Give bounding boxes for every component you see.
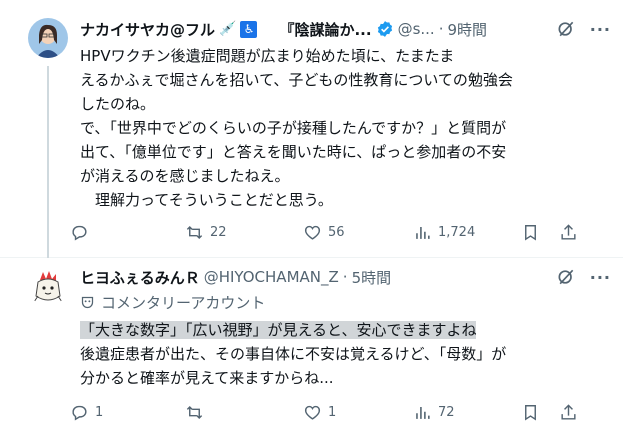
tweet-header: ナカイサヤカ@フル 💉 ♿ 『陰謀論か... @s... · 9時間 ···	[80, 19, 611, 40]
view-count: 72	[438, 404, 455, 420]
tweet-line: したのね。	[80, 95, 156, 113]
avatar[interactable]	[28, 266, 68, 306]
author-name[interactable]: ヒヨふぇるみんＲ	[80, 267, 200, 288]
views-icon	[416, 226, 430, 239]
retweet-icon	[186, 225, 203, 239]
reply-icon	[72, 225, 87, 240]
avatar[interactable]	[28, 18, 68, 58]
tweet-line: 出て、「億単位です」と答えを聞いた時に、ぱっと参加者の不安	[80, 143, 507, 161]
views-icon	[416, 406, 430, 419]
more-options-icon[interactable]: ···	[590, 20, 611, 39]
grok-icon[interactable]	[556, 19, 576, 39]
tweet-line: えるかふぇで堀さんを招いて、子どもの性教育についての勉強会	[80, 71, 513, 89]
display-name-suffix[interactable]: 『陰謀論か...	[279, 19, 371, 40]
like-button[interactable]: 56	[303, 223, 413, 242]
tweet-line: 理解力ってそういうことだと思う。	[80, 191, 333, 209]
timestamp[interactable]: 9時間	[447, 19, 487, 40]
heart-icon	[304, 405, 321, 420]
verified-badge-icon	[377, 21, 392, 37]
retweet-count: 22	[210, 224, 227, 240]
author-name[interactable]: ナカイサヤカ@フル	[80, 19, 215, 40]
tweet-text: HPVワクチン後遺症問題が広まり始めた頃に、たまたま えるかふぇで堀さんを招いて…	[80, 44, 603, 212]
reply-button[interactable]	[70, 223, 185, 242]
author-handle[interactable]: @HIYOCHAMAN_Z	[204, 268, 339, 286]
bookmark-icon	[525, 404, 536, 421]
action-bar: 1 1 72	[70, 398, 609, 426]
tweet-1[interactable]: ナカイサヤカ@フル 💉 ♿ 『陰謀論か... @s... · 9時間 ··· H…	[0, 0, 623, 258]
bookmark-icon	[525, 224, 536, 241]
mask-icon	[81, 296, 94, 309]
share-icon	[561, 223, 576, 240]
more-options-icon[interactable]: ···	[590, 268, 611, 287]
views-button[interactable]: 1,724	[413, 223, 521, 242]
bookmark-button[interactable]	[521, 223, 559, 242]
reply-button[interactable]: 1	[70, 403, 185, 422]
bookmark-button[interactable]	[521, 403, 559, 422]
tweet-line: HPVワクチン後遺症問題が広まり始めた頃に、たまたま	[80, 47, 455, 65]
share-icon	[561, 403, 576, 420]
community-badge[interactable]: コメンタリーアカウント	[80, 292, 265, 313]
like-button[interactable]: 1	[303, 403, 413, 422]
retweet-button[interactable]	[185, 403, 303, 422]
retweet-icon	[186, 405, 203, 419]
view-count: 1,724	[438, 224, 476, 240]
reply-count: 1	[95, 404, 104, 420]
grok-icon[interactable]	[556, 267, 576, 287]
tweet-text: 「大きな数字」「広い視野」が見えると、安心できますよね 後遺症患者が出た、その事…	[80, 318, 603, 390]
retweet-button[interactable]: 22	[185, 223, 303, 242]
tweet-line: が消えるのを感じましたねえ。	[80, 167, 290, 185]
tweet-line: 後遺症患者が出た、その事自体に不安は覚えるけど、「母数」が	[80, 345, 507, 363]
share-button[interactable]	[559, 403, 578, 422]
tweet-line: 分かると確率が見えて来ますからね...	[80, 369, 334, 387]
tweet-2[interactable]: ヒヨふぇるみんＲ @HIYOCHAMAN_Z · 5時間 ··· コメンタリーア…	[0, 258, 623, 443]
syringe-icon: 💉	[219, 21, 237, 37]
share-button[interactable]	[559, 223, 578, 242]
tweet-header: ヒヨふぇるみんＲ @HIYOCHAMAN_Z · 5時間 ···	[80, 267, 611, 288]
highlighted-text: 「大きな数字」「広い視野」が見えると、安心できますよね	[80, 321, 477, 339]
community-label: コメンタリーアカウント	[101, 294, 266, 312]
timestamp[interactable]: 5時間	[352, 267, 392, 288]
action-bar: 22 56 1,724	[70, 218, 609, 246]
thread-line	[47, 66, 49, 258]
reply-icon	[72, 405, 87, 420]
author-handle[interactable]: @s...	[398, 20, 435, 38]
like-count: 56	[328, 224, 345, 240]
heart-icon	[304, 225, 321, 240]
tweet-line: で、「世界中でどのくらいの子が接種したんですか？」と質問が	[80, 119, 507, 137]
wheelchair-icon: ♿	[240, 20, 258, 38]
like-count: 1	[328, 404, 337, 420]
views-button[interactable]: 72	[413, 403, 521, 422]
